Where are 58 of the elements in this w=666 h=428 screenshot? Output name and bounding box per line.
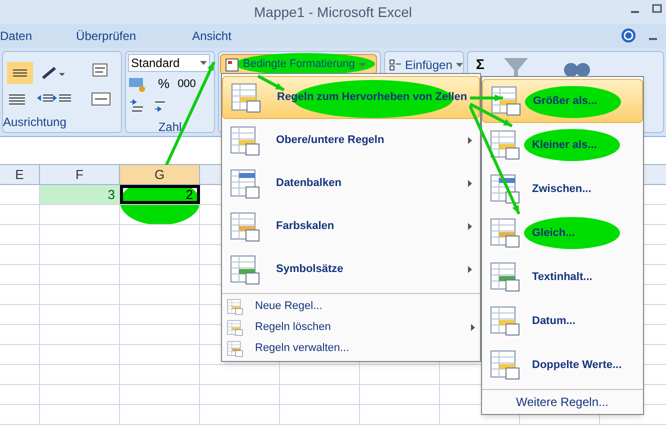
- menu-item[interactable]: Regeln verwalten...: [222, 338, 480, 359]
- menu-item[interactable]: Zwischen...: [482, 167, 643, 211]
- rule-icon: [230, 126, 260, 156]
- caret-icon: [456, 62, 464, 66]
- menu-item[interactable]: Neue Regel...: [222, 296, 480, 317]
- sum-button[interactable]: Σ: [476, 54, 484, 75]
- rule-icon: [231, 82, 261, 112]
- menu-item[interactable]: Textinhalt...: [482, 255, 643, 299]
- caret-icon: [358, 62, 366, 66]
- group-label: Ausrichtung: [3, 114, 68, 131]
- menu-item[interactable]: Datum...: [482, 299, 643, 343]
- menu-item[interactable]: Kleiner als...: [482, 123, 643, 167]
- insert-button[interactable]: Einfügen: [385, 54, 468, 75]
- rule-icon: [490, 262, 520, 292]
- submenu-arrow-icon: [468, 137, 472, 144]
- menu-item[interactable]: Doppelte Werte...: [482, 343, 643, 387]
- help-icon[interactable]: [621, 28, 636, 43]
- menu-item[interactable]: Farbskalen: [222, 205, 480, 248]
- submenu-arrow-icon: [471, 324, 475, 331]
- ribbon-tab[interactable]: Überprüfen: [48, 24, 164, 48]
- insert-cells-icon: [389, 58, 401, 70]
- menu-item[interactable]: Weitere Regeln...: [482, 392, 643, 412]
- rule-icon: [227, 340, 243, 356]
- rule-icon: [490, 218, 520, 248]
- menu-item[interactable]: Obere/untere Regeln: [222, 119, 480, 162]
- menu-item[interactable]: Größer als...: [482, 79, 643, 123]
- ribbon-tab[interactable]: Ansicht: [164, 24, 260, 48]
- maximize-icon[interactable]: [652, 4, 662, 14]
- column-header[interactable]: E: [0, 165, 40, 184]
- annotation-arrow: [257, 74, 285, 92]
- submenu-arrow-icon: [468, 180, 472, 187]
- thousands-button[interactable]: 000: [176, 76, 198, 92]
- menu-item[interactable]: Symbolsätze: [222, 248, 480, 291]
- table-cell[interactable]: 3: [40, 185, 120, 204]
- rule-icon: [230, 254, 260, 284]
- window-title: Mappe1 - Microsoft Excel: [254, 2, 412, 22]
- percent-button[interactable]: %: [156, 74, 172, 94]
- conditional-formatting-button[interactable]: Bedingte Formatierung: [220, 54, 377, 75]
- rule-icon: [491, 86, 521, 116]
- caret-icon: [200, 61, 207, 65]
- rule-icon: [227, 320, 243, 336]
- rule-icon: [230, 212, 260, 242]
- align-icon[interactable]: [7, 62, 33, 84]
- table-cell[interactable]: 2: [120, 185, 200, 204]
- menu-item[interactable]: Regeln löschen: [222, 317, 480, 338]
- menu-item[interactable]: Datenbalken: [222, 162, 480, 205]
- column-header[interactable]: G: [120, 165, 200, 184]
- ribbon-tab[interactable]: Daten: [0, 24, 48, 48]
- rule-icon: [490, 350, 520, 380]
- group-label: Zahl: [158, 118, 182, 136]
- number-format-dropdown[interactable]: Standard: [128, 54, 210, 72]
- rule-icon: [227, 298, 243, 314]
- rule-icon: [490, 130, 520, 160]
- submenu-arrow-icon: [468, 266, 472, 273]
- submenu-arrow-icon: [468, 223, 472, 230]
- rule-icon: [490, 306, 520, 336]
- rule-icon: [230, 168, 260, 198]
- menu-item[interactable]: Gleich...: [482, 211, 643, 255]
